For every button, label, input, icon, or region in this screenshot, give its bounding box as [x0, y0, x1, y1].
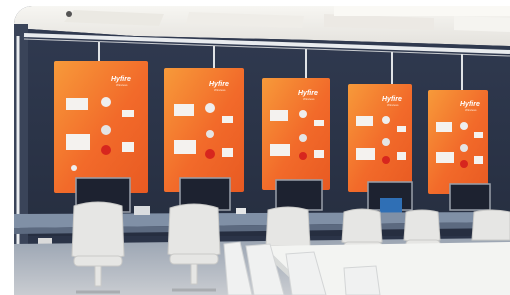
- camera-icon: [66, 11, 72, 17]
- panel-brand-label: Hyfire: [460, 101, 480, 108]
- panel-brand-label: Hyfire: [382, 96, 402, 103]
- panel-sub-label: Wireless: [387, 103, 399, 107]
- wall-socket: [38, 238, 52, 244]
- demo-panel-2: Hyfire Wireless: [164, 68, 244, 192]
- showroom-photo: Hyfire Wireless Hyfire Wireless Hyfire W…: [14, 6, 510, 295]
- panel-sub-label: Wireless: [214, 88, 226, 92]
- showroom-scene: Hyfire Wireless Hyfire Wireless Hyfire W…: [14, 6, 510, 295]
- panel-device: [66, 98, 88, 110]
- panel-brand-label: Hyfire: [209, 81, 229, 88]
- demo-panel-3: Hyfire Wireless: [262, 78, 330, 190]
- panel-brand-label: Hyfire: [298, 90, 318, 97]
- panel-sub-label: Wireless: [303, 97, 315, 101]
- panel-sub-label: Wireless: [116, 83, 128, 87]
- demo-panel-1: Hyfire Wireless: [54, 61, 148, 193]
- demo-panel-5: Hyfire Wireless: [428, 90, 488, 194]
- panel-brand-label: Hyfire: [111, 76, 131, 83]
- demo-panel-4: Hyfire Wireless: [348, 84, 412, 192]
- panel-sub-label: Wireless: [465, 108, 477, 112]
